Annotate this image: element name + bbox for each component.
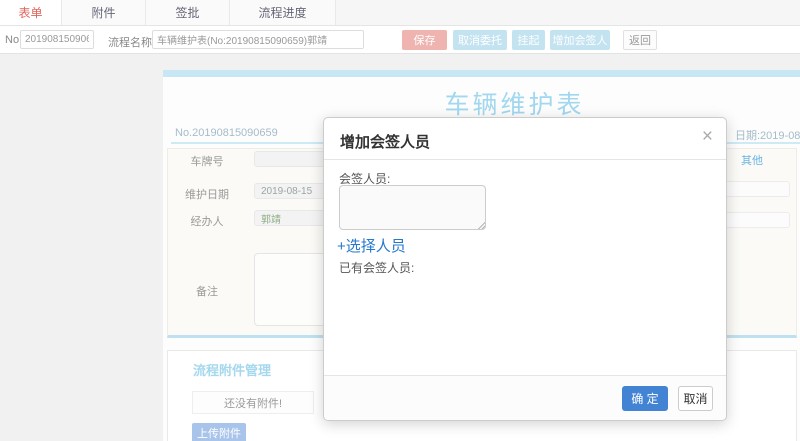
add-countersign-modal: 增加会签人员 × 会签人员: +选择人员 已有会签人员: 确 定 取消 [323, 117, 727, 421]
cancel-delegate-button[interactable]: 取消委托 [453, 30, 507, 50]
tab-process-progress[interactable]: 流程进度 [230, 0, 336, 25]
confirm-button[interactable]: 确 定 [622, 386, 668, 411]
remark-label: 备注 [196, 286, 218, 298]
attachment-empty-box: 还没有附件! [192, 391, 314, 414]
handler-label: 经办人 [190, 216, 224, 228]
add-countersign-button[interactable]: 增加会签人 [550, 30, 610, 50]
toolbar: No: 流程名称: 保存 取消委托 挂起 增加会签人 返回 [0, 26, 800, 54]
upload-attachment-button[interactable]: 上传附件 [192, 423, 246, 441]
existing-countersign-label: 已有会签人员: [339, 261, 415, 275]
countersign-personnel-textarea[interactable] [339, 185, 486, 230]
select-personnel-link[interactable]: +选择人员 [337, 235, 406, 256]
plate-number-label: 车牌号 [190, 156, 224, 168]
other-link[interactable]: 其他 [741, 152, 763, 168]
form-date-text: 日期:2019-08-15 [735, 130, 800, 142]
panel-top-accent-bar [163, 70, 800, 77]
tab-approval[interactable]: 签批 [146, 0, 230, 25]
tab-bar: 表单 附件 签批 流程进度 [0, 0, 800, 26]
attachment-section-title: 流程附件管理 [193, 363, 272, 378]
process-name-label: 流程名称: [108, 37, 156, 49]
back-button[interactable]: 返回 [623, 30, 657, 50]
tab-attachment[interactable]: 附件 [62, 0, 146, 25]
tab-form[interactable]: 表单 [0, 0, 62, 25]
modal-title: 增加会签人员 [340, 134, 431, 151]
process-name-input[interactable] [152, 30, 364, 49]
cancel-button[interactable]: 取消 [678, 386, 713, 411]
no-input[interactable] [20, 30, 94, 49]
maintenance-date-label: 维护日期 [185, 189, 229, 201]
form-number-text: No.20190815090659 [175, 127, 278, 139]
save-button[interactable]: 保存 [402, 30, 447, 50]
modal-header: 增加会签人员 × [324, 118, 726, 160]
app-screen: 表单 附件 签批 流程进度 No: 流程名称: 保存 取消委托 挂起 增加会签人… [0, 0, 800, 441]
modal-footer: 确 定 取消 [324, 375, 726, 420]
suspend-button[interactable]: 挂起 [512, 30, 545, 50]
page-title: 车辆维护表 [444, 91, 585, 119]
close-icon[interactable]: × [702, 127, 713, 146]
